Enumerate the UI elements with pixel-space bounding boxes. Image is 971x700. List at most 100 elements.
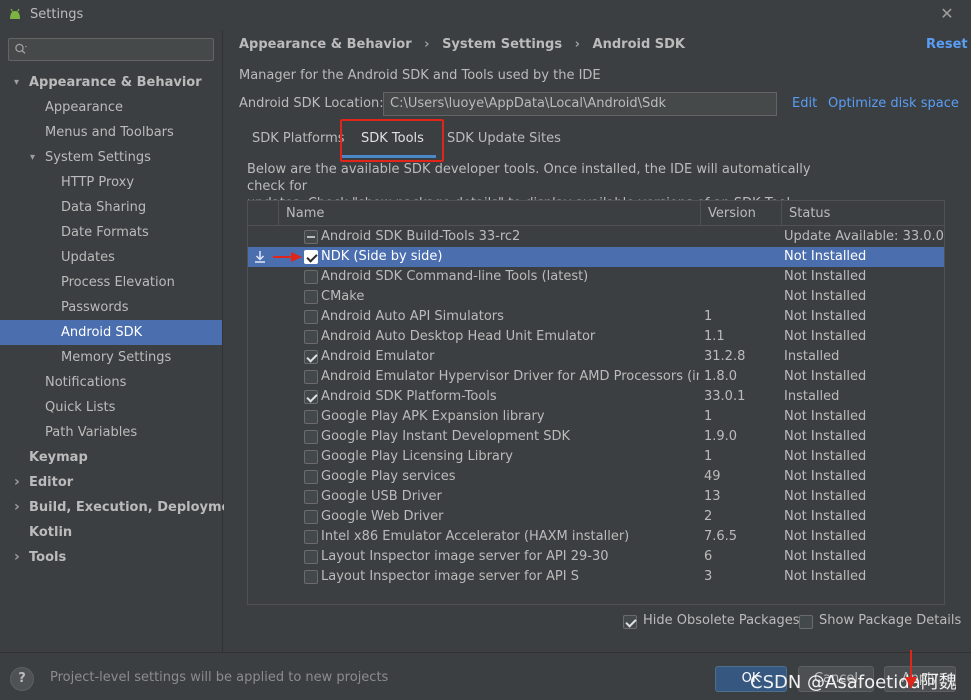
chevron-right-icon[interactable]: ›: [14, 495, 20, 520]
sidebar-item[interactable]: Android SDK: [0, 320, 222, 345]
chevron-down-icon[interactable]: ▾: [30, 145, 35, 170]
row-checkbox[interactable]: [304, 310, 318, 324]
sidebar-item[interactable]: › Build, Execution, Deployment: [0, 495, 246, 520]
package-version: 33.0.1: [704, 389, 746, 404]
column-header-status[interactable]: Status: [789, 201, 830, 226]
row-checkbox[interactable]: [304, 490, 318, 504]
row-checkbox[interactable]: [304, 570, 318, 584]
package-name: Layout Inspector image server for API S: [321, 569, 579, 584]
sidebar-item[interactable]: Notifications: [0, 370, 222, 395]
sidebar-item[interactable]: › Tools: [0, 545, 222, 570]
package-version: 7.6.5: [704, 529, 738, 544]
sidebar-item[interactable]: ▾ System Settings: [0, 145, 222, 170]
sidebar-item-label: Process Elevation: [61, 275, 175, 290]
show-details-checkbox[interactable]: [799, 615, 813, 629]
row-checkbox[interactable]: [304, 270, 318, 284]
row-checkbox[interactable]: [304, 350, 318, 364]
row-checkbox[interactable]: [304, 330, 318, 344]
breadcrumb-item[interactable]: System Settings: [442, 37, 562, 52]
table-row[interactable]: Layout Inspector image server for API 29…: [248, 547, 944, 567]
column-header-name[interactable]: Name: [286, 201, 324, 226]
tab-sdk-platforms[interactable]: SDK Platforms: [252, 131, 345, 146]
table-row[interactable]: CMake Not Installed: [248, 287, 944, 307]
sidebar-item[interactable]: Passwords: [0, 295, 222, 320]
table-header: Name Version Status: [248, 201, 944, 226]
sidebar-item[interactable]: Keymap: [0, 445, 222, 470]
table-row[interactable]: Google USB Driver 13 Not Installed: [248, 487, 944, 507]
edit-location-link[interactable]: Edit: [792, 96, 817, 111]
sidebar-item-label: Date Formats: [61, 225, 149, 240]
package-status: Not Installed: [784, 409, 867, 424]
sidebar-item[interactable]: Process Elevation: [0, 270, 222, 295]
sidebar-item-label: Menus and Toolbars: [45, 125, 174, 140]
table-row[interactable]: Android Auto Desktop Head Unit Emulator 1…: [248, 327, 944, 347]
tab-sdk-update-sites[interactable]: SDK Update Sites: [447, 131, 561, 146]
table-row[interactable]: NDK (Side by side) Not Installed: [248, 247, 944, 267]
row-checkbox[interactable]: [304, 430, 318, 444]
table-row[interactable]: Layout Inspector image server for API S 3…: [248, 567, 944, 587]
row-checkbox[interactable]: [304, 470, 318, 484]
table-row[interactable]: Google Play APK Expansion library 1 Not In…: [248, 407, 944, 427]
sidebar-item-label: Memory Settings: [61, 350, 172, 365]
sidebar-item[interactable]: Kotlin: [0, 520, 222, 545]
table-row[interactable]: Android SDK Platform-Tools 33.0.1 Installe…: [248, 387, 944, 407]
android-studio-icon: [10, 8, 20, 19]
column-header-version[interactable]: Version: [708, 201, 756, 226]
table-row[interactable]: Android Emulator Hypervisor Driver for A…: [248, 367, 944, 387]
sdk-location-field[interactable]: C:\Users\luoye\AppData\Local\Android\Sdk: [383, 92, 777, 116]
row-checkbox[interactable]: [304, 510, 318, 524]
row-checkbox[interactable]: [304, 390, 318, 404]
sidebar-item[interactable]: Date Formats: [0, 220, 222, 245]
package-name: Google Play services: [321, 469, 456, 484]
package-status: Not Installed: [784, 469, 867, 484]
package-status: Not Installed: [784, 509, 867, 524]
sidebar-item[interactable]: Memory Settings: [0, 345, 222, 370]
row-checkbox[interactable]: [304, 370, 318, 384]
package-status: Not Installed: [784, 529, 867, 544]
hide-obsolete-checkbox[interactable]: [623, 615, 637, 629]
chevron-right-icon[interactable]: ›: [14, 545, 20, 570]
sidebar-item[interactable]: Data Sharing: [0, 195, 222, 220]
chevron-down-icon[interactable]: ▾: [14, 70, 19, 95]
annotation-highlight-box: [340, 119, 444, 162]
sidebar-item[interactable]: Quick Lists: [0, 395, 222, 420]
search-input[interactable]: [8, 38, 214, 61]
download-icon: [255, 251, 265, 263]
package-version: 1: [704, 309, 713, 324]
package-name: Google USB Driver: [321, 489, 442, 504]
chevron-right-icon[interactable]: ›: [14, 470, 20, 495]
table-row[interactable]: Intel x86 Emulator Accelerator (HAXM ins…: [248, 527, 944, 547]
sidebar-item[interactable]: Menus and Toolbars: [0, 120, 222, 145]
table-row[interactable]: Google Web Driver 2 Not Installed: [248, 507, 944, 527]
table-row[interactable]: Android SDK Build-Tools 33-rc2 Update Ava…: [248, 227, 944, 247]
sidebar-item[interactable]: ▾ Appearance & Behavior: [0, 70, 222, 95]
table-row[interactable]: Android Emulator 31.2.8 Installed: [248, 347, 944, 367]
sidebar-item[interactable]: › Editor: [0, 470, 222, 495]
row-checkbox[interactable]: [304, 290, 318, 304]
row-checkbox[interactable]: [304, 250, 318, 264]
package-status: Not Installed: [784, 369, 867, 384]
optimize-disk-space-link[interactable]: Optimize disk space: [828, 96, 959, 111]
row-checkbox[interactable]: [304, 550, 318, 564]
table-row[interactable]: Google Play services 49 Not Installed: [248, 467, 944, 487]
package-name: Google Play APK Expansion library: [321, 409, 545, 424]
table-row[interactable]: Android SDK Command-line Tools (latest) N…: [248, 267, 944, 287]
sidebar-item[interactable]: Updates: [0, 245, 222, 270]
column-separator: [700, 201, 701, 226]
breadcrumb-item: Android SDK: [592, 37, 686, 52]
sidebar-item[interactable]: Path Variables: [0, 420, 222, 445]
close-icon[interactable]: ✕: [938, 5, 956, 23]
sidebar-item-label: Tools: [29, 550, 67, 565]
row-checkbox[interactable]: [304, 450, 318, 464]
table-row[interactable]: Google Play Licensing Library 1 Not Instal…: [248, 447, 944, 467]
row-checkbox[interactable]: [304, 230, 318, 244]
row-checkbox[interactable]: [304, 530, 318, 544]
sidebar-item[interactable]: Appearance: [0, 95, 222, 120]
row-checkbox[interactable]: [304, 410, 318, 424]
table-row[interactable]: Google Play Instant Development SDK 1.9.0…: [248, 427, 944, 447]
table-row[interactable]: Android Auto API Simulators 1 Not Installe…: [248, 307, 944, 327]
sidebar-item[interactable]: HTTP Proxy: [0, 170, 222, 195]
breadcrumb-item[interactable]: Appearance & Behavior: [239, 37, 412, 52]
reset-link[interactable]: Reset: [926, 37, 968, 52]
help-button[interactable]: ?: [10, 667, 34, 691]
